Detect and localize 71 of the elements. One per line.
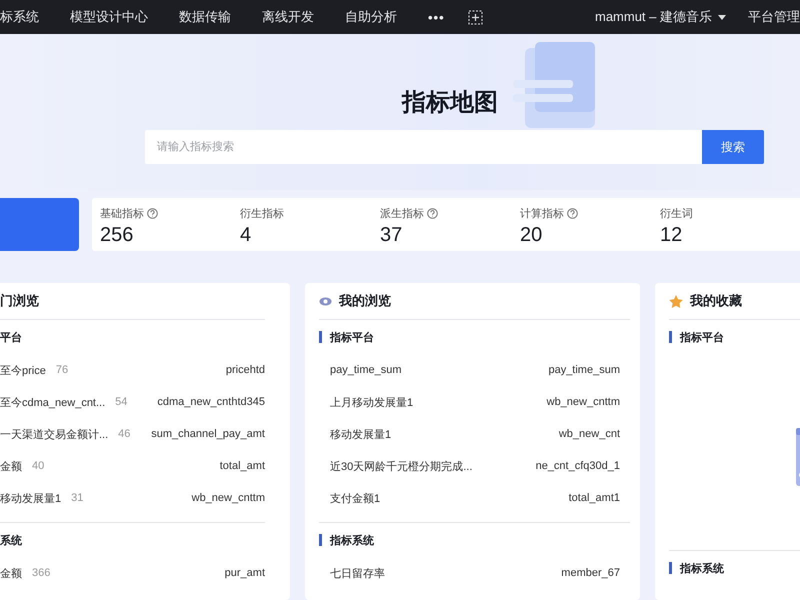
section-marker <box>669 331 672 343</box>
section-title: 系统 <box>0 534 22 548</box>
section-marker <box>319 534 322 546</box>
section-title: 指标平台 <box>330 330 374 344</box>
metric-name[interactable]: 至今cdma_new_cnt... <box>0 394 106 410</box>
metric-code: ne_cnt_cfq30d_1 <box>534 460 620 472</box>
page-title: 指标地图 <box>402 88 498 118</box>
metric-name[interactable]: 近30天网龄千元橙分期完成... <box>330 458 472 474</box>
stat-label: 基础指标 <box>100 207 144 221</box>
help-icon <box>147 208 158 219</box>
metric-name[interactable]: 金额 <box>0 566 22 580</box>
metric-name[interactable]: 至今price <box>0 362 46 378</box>
stat-label: 衍生指标 <box>240 207 284 221</box>
metric-code: member_67 <box>560 567 620 579</box>
stat-value: 4 <box>240 225 252 245</box>
section-marker <box>669 562 672 574</box>
metric-code: pay_time_sum <box>547 364 620 376</box>
metric-code: wb_new_cnt <box>558 428 620 440</box>
stat-value: 256 <box>100 225 134 245</box>
nav-item[interactable]: 标系统 <box>0 8 39 26</box>
search-field[interactable]: 请输入指标搜索 <box>145 130 702 164</box>
metric-name[interactable]: 七日留存率 <box>330 566 385 580</box>
nav-item[interactable]: 自助分析 <box>345 8 397 26</box>
stat-value: 20 <box>520 225 544 245</box>
workspace-selector[interactable]: mammut – 建德音乐 <box>594 8 726 26</box>
add-tab-icon[interactable] <box>468 10 483 24</box>
metric-code: total_amt <box>218 460 265 472</box>
section-title: 指标系统 <box>680 562 724 576</box>
help-icon <box>567 208 578 219</box>
card-title: 我的浏览 <box>339 292 391 310</box>
admin-menu[interactable]: 平台管理 <box>748 8 800 26</box>
card-title: 门浏览 <box>0 292 39 310</box>
metric-name[interactable]: 金额 <box>0 458 22 474</box>
stat-label: 计算指标 <box>520 207 564 221</box>
section-marker <box>319 331 322 343</box>
metric-code: wb_new_cnttm <box>546 396 620 408</box>
nav-item[interactable]: 数据传输 <box>179 8 231 26</box>
metric-name[interactable]: 上月移动发展量1 <box>330 394 414 410</box>
eye-icon <box>319 296 332 306</box>
metric-code: cdma_new_cnthtd345 <box>156 396 265 408</box>
view-count: 366 <box>32 567 50 579</box>
view-count: 46 <box>118 428 130 440</box>
metric-code: sum_channel_pay_amt <box>150 428 265 440</box>
stat-value: 12 <box>660 225 684 245</box>
view-count: 31 <box>71 492 84 504</box>
metric-code: pur_amt <box>224 567 265 579</box>
view-count: 40 <box>32 460 44 472</box>
metric-code: wb_new_cnttm <box>190 492 265 504</box>
stat-value: 37 <box>380 225 404 245</box>
more-menu[interactable]: ••• <box>428 10 445 24</box>
metric-code: total_amt1 <box>568 492 620 504</box>
search-button[interactable]: 搜索 <box>702 130 764 164</box>
view-count: 76 <box>56 364 68 376</box>
section-title: 指标平台 <box>680 330 724 344</box>
card-title: 我的收藏 <box>690 292 742 310</box>
stat-label: 派生指标 <box>380 207 424 221</box>
section-title: 平台 <box>0 330 22 344</box>
metric-name[interactable]: 支付金额1 <box>330 490 380 506</box>
metric-name[interactable]: 移动发展量1 <box>0 490 62 506</box>
star-icon <box>669 294 683 308</box>
metric-code: pricehtd <box>224 364 265 376</box>
nav-item[interactable]: 模型设计中心 <box>70 8 148 26</box>
stat-label: 衍生词 <box>660 207 693 221</box>
metric-name[interactable]: 一天渠道交易金额计... <box>0 426 108 442</box>
metric-name[interactable]: 移动发展量1 <box>330 426 392 442</box>
view-count: 54 <box>115 396 128 408</box>
caret-icon <box>718 14 726 20</box>
metric-name[interactable]: pay_time_sum <box>330 364 402 376</box>
nav-item[interactable]: 离线开发 <box>262 8 314 26</box>
help-icon <box>427 208 438 219</box>
section-title: 指标系统 <box>330 534 374 548</box>
